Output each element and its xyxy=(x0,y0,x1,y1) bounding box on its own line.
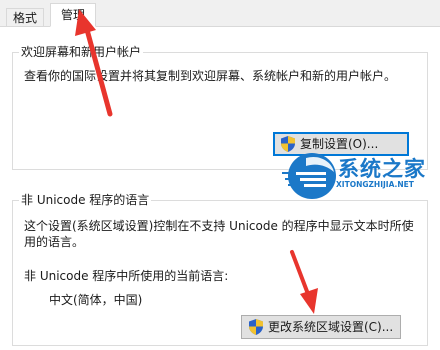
watermark-url: XITONGZHIJIA.NET xyxy=(336,180,414,189)
annotation-arrow-icon xyxy=(290,250,318,314)
non-unicode-group: 非 Unicode 程序的语言 这个设置(系统区域设置)控制在不支持 Unico… xyxy=(12,193,428,346)
tab-format[interactable]: 格式 xyxy=(6,8,45,26)
site-watermark: 系统之家 XITONGZHIJIA.NET xyxy=(280,150,440,206)
watermark-logo-icon xyxy=(282,153,336,199)
annotation-arrow-icon xyxy=(75,9,113,117)
watermark-brand: 系统之家 xyxy=(338,157,426,181)
non-unicode-description-line1: 这个设置(系统区域设置)控制在不支持 Unicode 的程序中显示文本时所使 xyxy=(24,219,414,233)
current-language-label: 非 Unicode 程序中所使用的当前语言: xyxy=(24,269,229,283)
change-system-locale-button-label: 更改系统区域设置(C)... xyxy=(268,320,394,334)
copy-settings-button-label: 复制设置(O)... xyxy=(300,137,379,151)
change-system-locale-button[interactable]: 更改系统区域设置(C)... xyxy=(241,315,401,339)
uac-shield-icon xyxy=(249,319,263,335)
non-unicode-group-title: 非 Unicode 程序的语言 xyxy=(19,193,152,207)
current-language-value: 中文(简体，中国) xyxy=(49,293,143,307)
non-unicode-description-line2: 用的语言。 xyxy=(24,235,85,249)
